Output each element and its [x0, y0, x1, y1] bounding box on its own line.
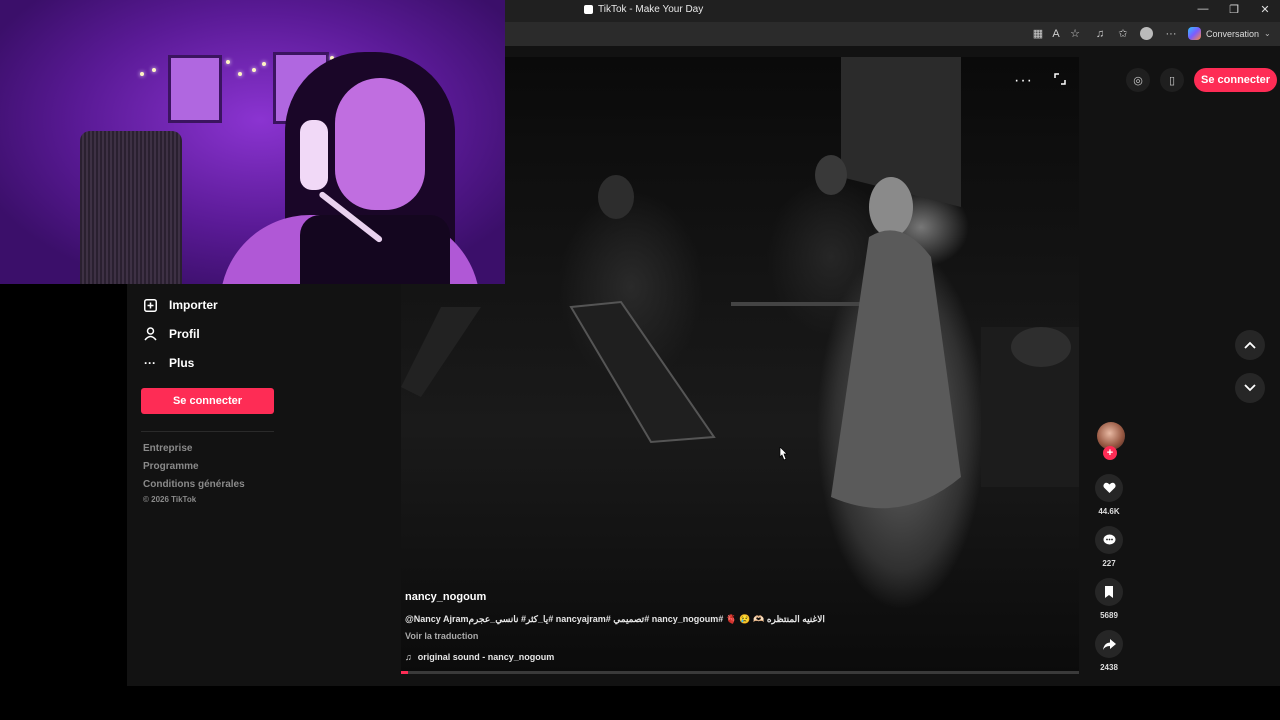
like-action: 44.6K	[1094, 474, 1124, 516]
copyright-text: © 2026 TikTok	[143, 495, 197, 504]
see-translation-link[interactable]: Voir la traduction	[405, 631, 478, 641]
login-button[interactable]: Se connecter	[1194, 68, 1278, 92]
sidebar-item-plus[interactable]: ··· Plus	[143, 356, 194, 370]
profile-icon[interactable]	[1140, 27, 1154, 41]
tab-title: TikTok - Make Your Day	[598, 4, 704, 15]
browser-menu-icon[interactable]: ···	[1164, 27, 1178, 41]
sidebar-item-label: Plus	[169, 356, 195, 370]
like-button[interactable]	[1095, 474, 1123, 502]
like-count: 44.6K	[1098, 507, 1120, 516]
person-icon	[143, 327, 157, 341]
follow-plus-icon[interactable]: +	[1103, 446, 1117, 460]
minimize-button[interactable]: —	[1193, 3, 1213, 15]
share-count: 2438	[1100, 663, 1118, 672]
more-options-icon[interactable]: ···	[1014, 72, 1033, 90]
copilot-icon	[1188, 27, 1201, 40]
next-video-button[interactable]	[1235, 373, 1265, 403]
mouse-cursor-icon	[779, 447, 788, 461]
tiktok-favicon-icon	[584, 5, 593, 14]
comment-icon	[1103, 534, 1115, 545]
top-actions: ◎ ▯ Se connecter	[1126, 68, 1278, 92]
sidebar-item-importer[interactable]: Importer	[143, 298, 218, 312]
sound-link[interactable]: ♫ original sound - nancy_nogoum	[405, 652, 554, 662]
sound-label: original sound - nancy_nogoum	[417, 652, 555, 662]
comment-count: 227	[1102, 559, 1116, 568]
device-icon[interactable]: ▯	[1160, 68, 1184, 92]
sidebar-item-profil[interactable]: Profil	[143, 327, 200, 341]
favorite-star-icon[interactable]: ☆	[1068, 27, 1082, 41]
plus-square-icon	[143, 298, 157, 312]
webcam-overlay	[0, 0, 505, 284]
chevron-down-icon	[1244, 384, 1256, 392]
speaker	[80, 131, 182, 284]
restore-button[interactable]: ❐	[1224, 3, 1244, 16]
sidebar-login-button[interactable]: Se connecter	[141, 388, 274, 414]
copilot-label: Conversation	[1206, 28, 1260, 39]
compass-icon[interactable]: ◎	[1126, 68, 1150, 92]
footer-link-programme[interactable]: Programme	[143, 461, 199, 472]
sidebar-item-label: Importer	[169, 298, 218, 312]
footer-link-entreprise[interactable]: Entreprise	[143, 443, 192, 454]
chevron-up-icon	[1244, 341, 1256, 349]
sidebar-divider	[141, 431, 274, 432]
video-caption: @Nancy Ajramيا_كثر# نانسي_عجرم# nancyajr…	[405, 614, 825, 624]
headset	[300, 120, 328, 190]
bookmark-icon	[1105, 586, 1113, 598]
save-button[interactable]	[1095, 578, 1123, 606]
comment-button[interactable]	[1095, 526, 1123, 554]
share-action: 2438	[1094, 630, 1124, 672]
sidebar-item-label: Profil	[169, 327, 200, 341]
share-button[interactable]	[1095, 630, 1123, 658]
wall-frame	[168, 55, 222, 123]
browser-tab[interactable]: TikTok - Make Your Day	[584, 4, 703, 15]
collections-icon[interactable]: ✩	[1116, 27, 1130, 41]
footer-link-conditions[interactable]: Conditions générales	[143, 479, 245, 490]
chevron-down-icon: ⌄	[1264, 29, 1271, 38]
more-icon: ···	[144, 356, 156, 370]
comment-action: 227	[1094, 526, 1124, 568]
fullscreen-icon[interactable]	[1054, 73, 1066, 85]
video-progress-fill	[401, 671, 408, 674]
translate-icon[interactable]: A	[1049, 27, 1063, 41]
share-arrow-icon	[1102, 638, 1116, 650]
save-count: 5689	[1100, 611, 1118, 620]
copilot-button[interactable]: Conversation ⌄	[1188, 27, 1271, 40]
video-progress-bar[interactable]	[401, 671, 1079, 674]
previous-video-button[interactable]	[1235, 330, 1265, 360]
author-username[interactable]: nancy_nogoum	[405, 591, 486, 603]
media-control-icon[interactable]: ♫	[1093, 27, 1107, 41]
music-note-icon: ♫	[405, 652, 412, 662]
save-action: 5689	[1094, 578, 1124, 620]
heart-icon	[1102, 482, 1116, 493]
app-icon[interactable]: ▦	[1031, 27, 1045, 41]
close-window-button[interactable]: ✕	[1255, 3, 1275, 16]
